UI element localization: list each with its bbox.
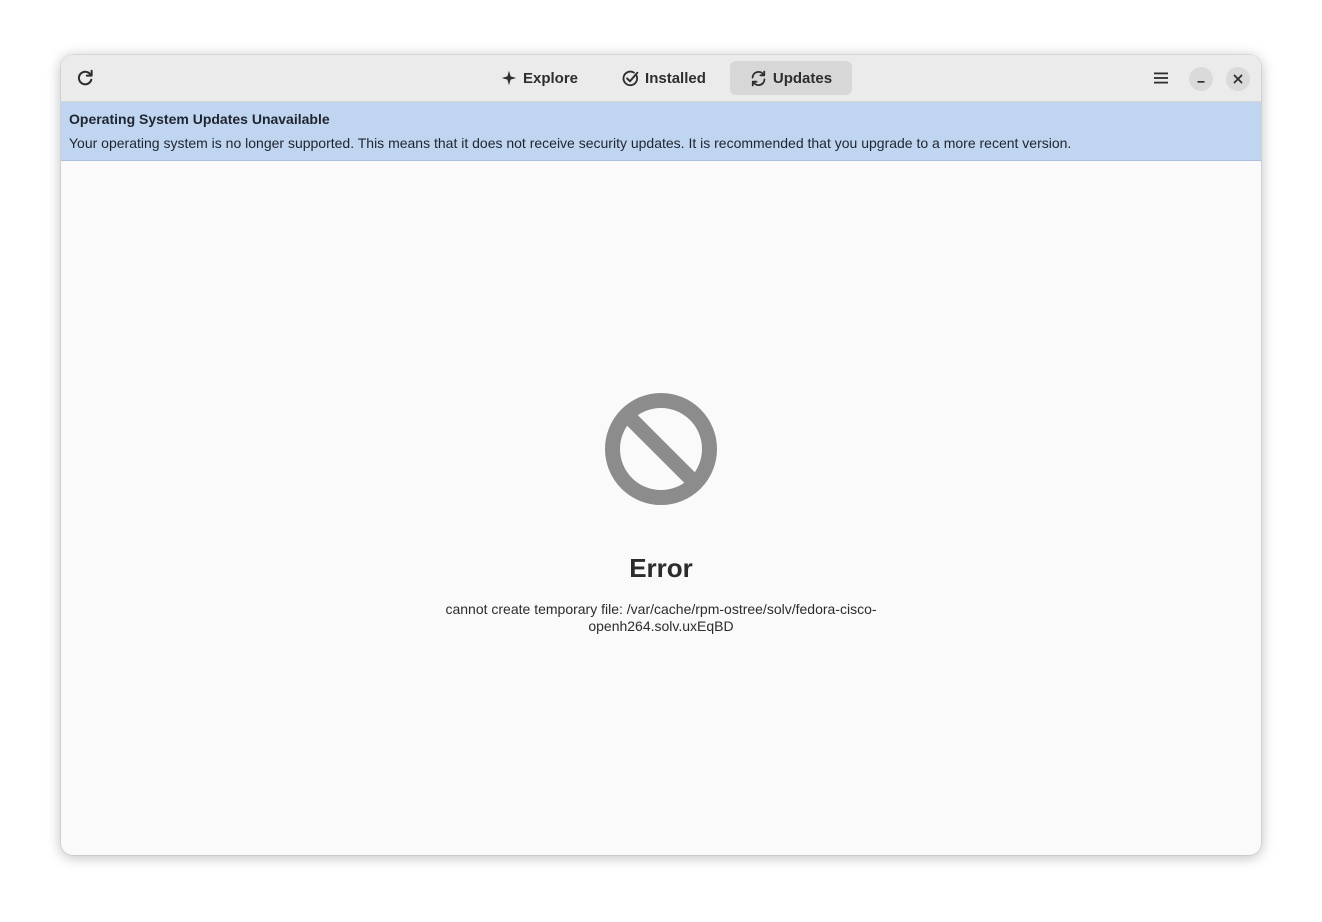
updates-error-page: Error cannot create temporary file: /var… <box>61 161 1261 855</box>
minimize-button[interactable] <box>1189 67 1213 91</box>
refresh-button[interactable] <box>69 62 101 94</box>
os-unsupported-banner: Operating System Updates Unavailable You… <box>61 102 1261 161</box>
tab-updates[interactable]: Updates <box>729 61 853 95</box>
headerbar: Explore Installed Updates <box>61 55 1261 102</box>
banner-text: Your operating system is no longer suppo… <box>69 135 1072 151</box>
sync-arrows-icon <box>750 70 767 87</box>
banner-title: Operating System Updates Unavailable <box>69 111 330 127</box>
tab-installed-label: Installed <box>645 69 706 87</box>
tab-installed[interactable]: Installed <box>602 61 726 95</box>
tab-updates-label: Updates <box>772 69 833 87</box>
main-menu-button[interactable] <box>1145 62 1177 94</box>
hamburger-menu-icon <box>1154 72 1168 84</box>
check-circle-icon <box>622 70 639 87</box>
error-description-line-2: openh264.solv.uxEqBD <box>588 618 734 634</box>
error-description-line-1: cannot create temporary file: /var/cache… <box>445 601 877 617</box>
minimize-icon <box>1197 81 1205 83</box>
error-title: Error <box>629 553 693 583</box>
no-entry-icon <box>605 393 717 505</box>
tab-explore-label: Explore <box>523 69 579 87</box>
view-refresh-icon <box>77 69 93 86</box>
close-button[interactable] <box>1226 67 1250 91</box>
close-icon <box>1233 74 1243 84</box>
tab-explore[interactable]: Explore <box>481 61 598 95</box>
error-description: cannot create temporary file: /var/cache… <box>421 601 901 635</box>
explore-sparkle-icon <box>501 70 517 86</box>
view-switcher: Explore Installed Updates <box>481 61 856 95</box>
gnome-software-window: Explore Installed Updates Operating Syst… <box>61 55 1261 855</box>
